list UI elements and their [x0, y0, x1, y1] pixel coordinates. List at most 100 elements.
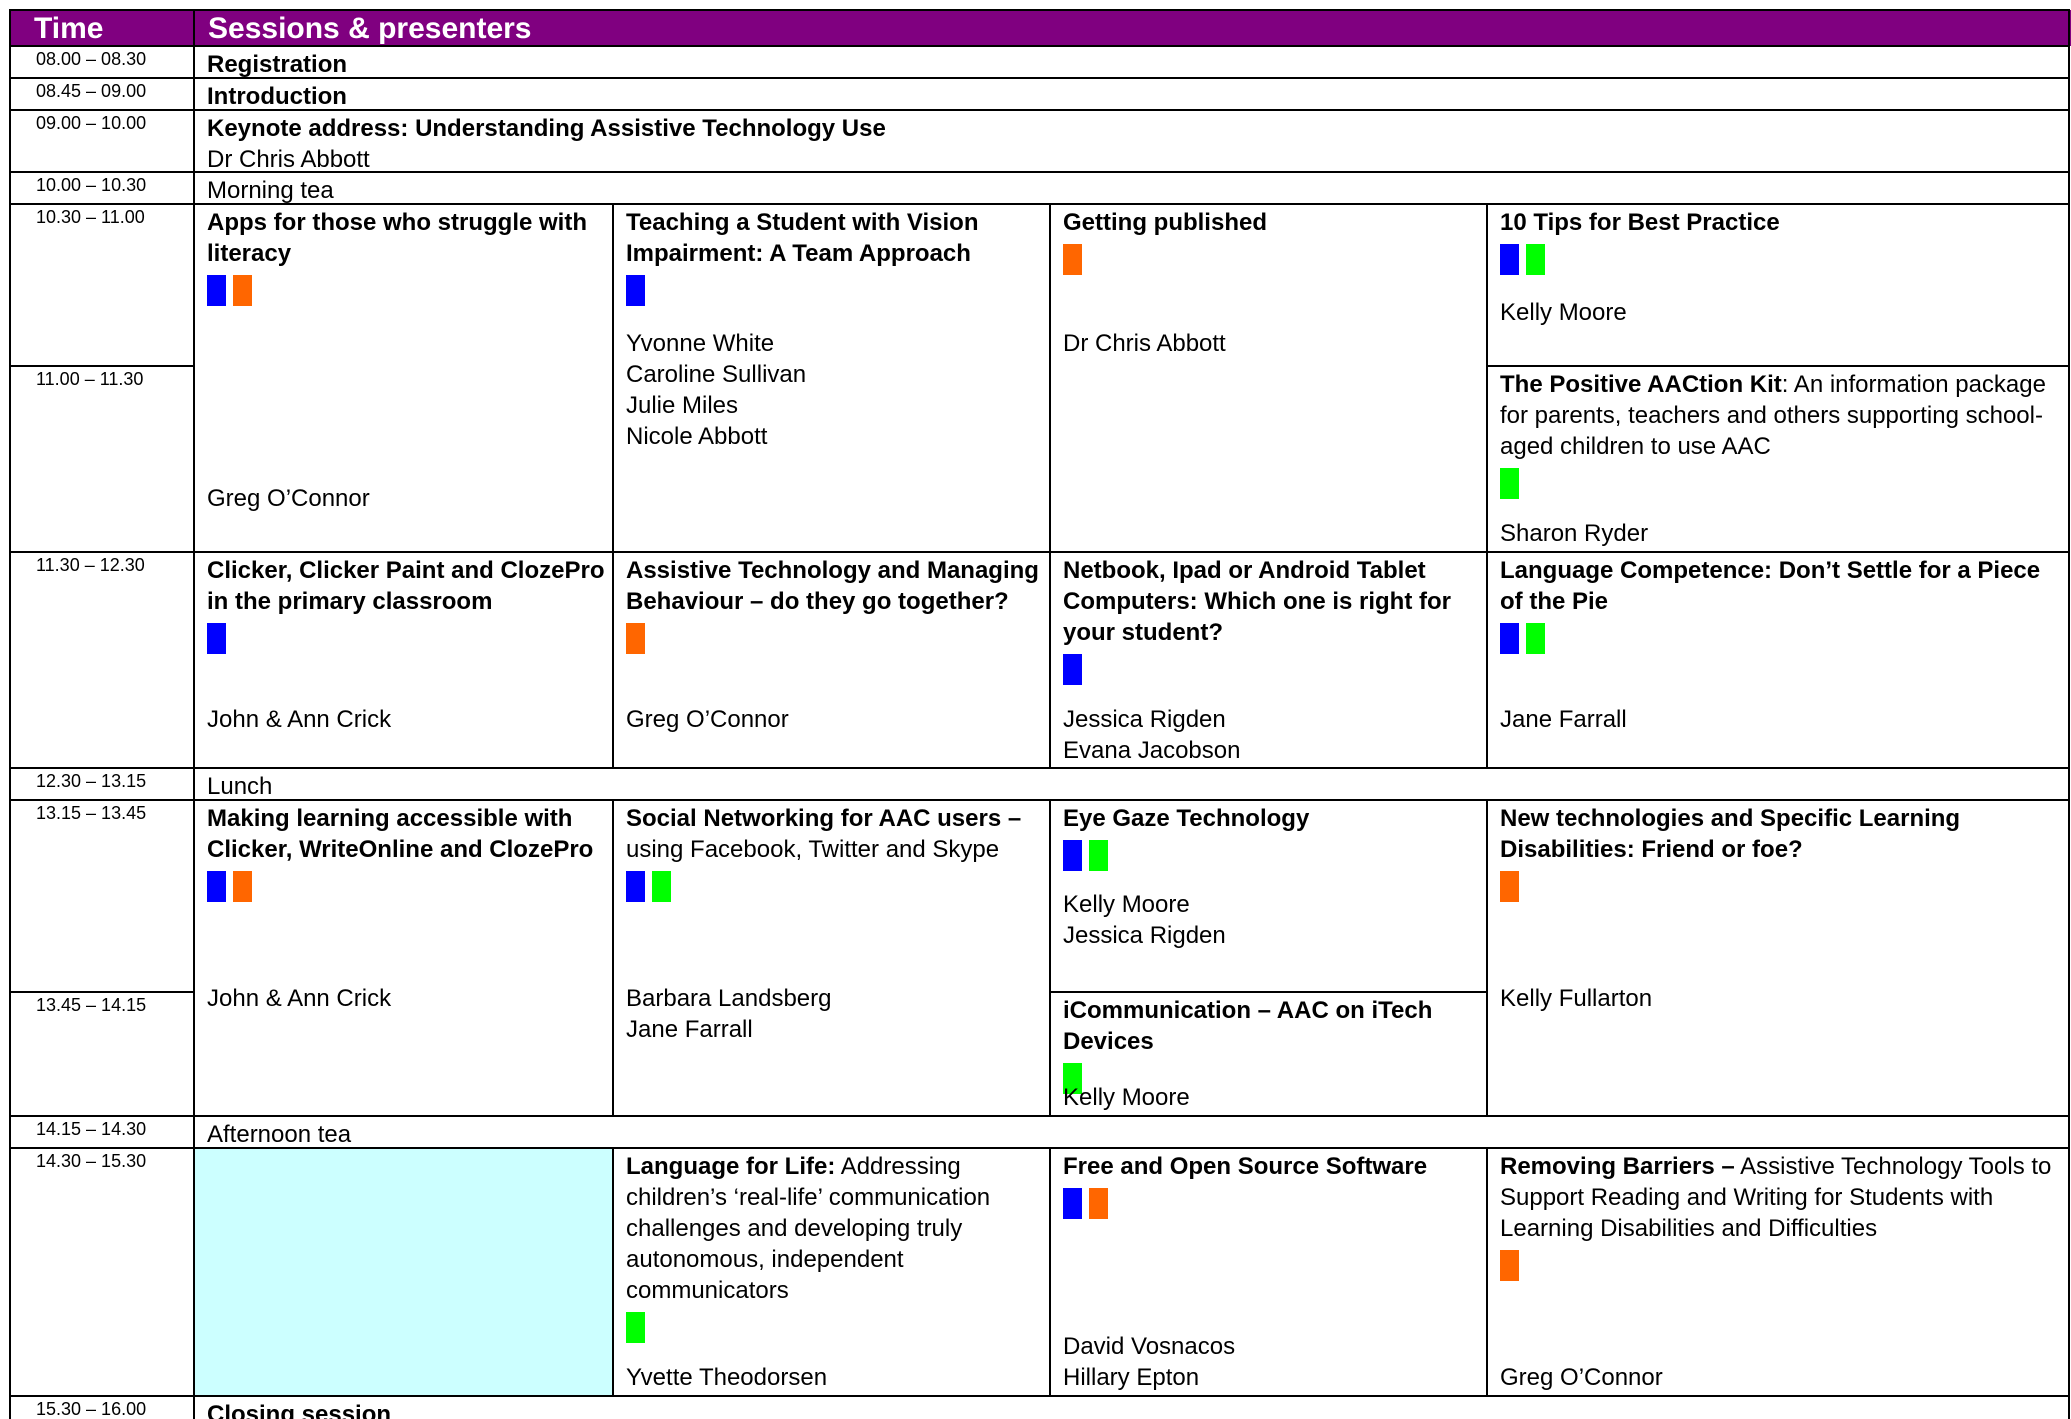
- time-slot: 12.30 – 13.15: [10, 768, 194, 800]
- grid-line: [1486, 204, 1488, 552]
- blue-tag-icon: [1063, 1188, 1082, 1219]
- time-slot: 13.15 – 13.45: [10, 800, 194, 992]
- break-label: Morning tea: [207, 177, 334, 204]
- session-title: Netbook, Ipad or Android Tablet Computer…: [1063, 557, 1451, 646]
- grid-line: [9, 203, 2070, 205]
- orange-tag-icon: [1500, 871, 1519, 902]
- presenter-names: Dr Chris Abbott: [207, 146, 370, 172]
- grid-line: [9, 1147, 2070, 1149]
- topic-tags: [207, 617, 607, 656]
- orange-tag-icon: [626, 623, 645, 654]
- grid-line: [1486, 1148, 1488, 1396]
- session-title: The Positive AACtion Kit: [1500, 371, 1782, 398]
- blue-tag-icon: [626, 871, 645, 902]
- session-title: Language for Life:: [626, 1153, 836, 1180]
- presenter-names: Yvonne White Caroline Sullivan Julie Mil…: [626, 330, 807, 450]
- session-registration: Registration: [194, 46, 2071, 78]
- blue-tag-icon: [1500, 623, 1519, 654]
- grid-line: [9, 171, 2070, 173]
- time-slot: 11.30 – 12.30: [10, 552, 194, 768]
- topic-tags: [626, 1306, 1044, 1345]
- topic-tags: [1500, 1244, 2065, 1283]
- time-slot: 15.30 – 16.00: [10, 1396, 194, 1419]
- blue-tag-icon: [1063, 654, 1082, 685]
- presenter-names: Kelly Fullarton: [1500, 985, 1653, 1012]
- presenter-names: Kelly Moore: [1500, 299, 1627, 326]
- presenter-names: Dr Chris Abbott: [1063, 330, 1226, 357]
- green-tag-icon: [1089, 840, 1108, 871]
- grid-line: [9, 365, 194, 367]
- session-description: Social Networking for AAC users – using …: [626, 803, 1044, 865]
- break-afternoon-tea: Afternoon tea: [194, 1116, 2071, 1148]
- time-slot: 10.30 – 11.00: [10, 204, 194, 366]
- session-title: Registration: [207, 51, 348, 78]
- topic-tags: [1063, 1182, 1481, 1221]
- presenter-names: Greg O’Connor: [626, 706, 789, 733]
- grid-line: [9, 109, 2070, 111]
- session-title: Assistive Technology and Managing Behavi…: [626, 557, 1039, 615]
- orange-tag-icon: [233, 275, 252, 306]
- grid-line: [612, 1148, 614, 1396]
- orange-tag-icon: [1063, 244, 1082, 275]
- presenter-names: David Vosnacos Hillary Epton: [1063, 1333, 1236, 1391]
- session-title: Eye Gaze Technology: [1063, 805, 1310, 832]
- time-slot: 14.30 – 15.30: [10, 1148, 194, 1396]
- topic-tags: [1500, 462, 2065, 501]
- session-apps-literacy: Apps for those who struggle with literac…: [194, 204, 613, 552]
- session-closing: Closing session: [194, 1396, 2071, 1419]
- green-tag-icon: [626, 1312, 645, 1343]
- sessions-column-header: Sessions & presenters: [194, 10, 2071, 46]
- grid-line: [9, 9, 11, 1419]
- session-keynote: Keynote address: Understanding Assistive…: [194, 110, 2071, 172]
- session-title: iCommunication – AAC on iTech Devices: [1063, 997, 1433, 1055]
- orange-tag-icon: [1500, 1250, 1519, 1281]
- green-tag-icon: [1526, 623, 1545, 654]
- time-slot: 13.45 – 14.15: [10, 992, 194, 1116]
- session-title: New technologies and Specific Learning D…: [1500, 805, 1961, 863]
- session-description: Language for Life: Addressing children’s…: [626, 1151, 1044, 1306]
- session-positive-aaction-kit: The Positive AACtion Kit: An information…: [1487, 366, 2071, 552]
- orange-tag-icon: [1089, 1188, 1108, 1219]
- grid-line: [9, 1115, 2070, 1117]
- grid-line: [1486, 552, 1488, 768]
- grid-line: [612, 552, 614, 768]
- presenter-names: Jessica Rigden Evana Jacobson: [1063, 706, 1241, 764]
- session-new-technologies-sld: New technologies and Specific Learning D…: [1487, 800, 2071, 1116]
- time-slot: 08.45 – 09.00: [10, 78, 194, 110]
- presenter-names: Barbara Landsberg Jane Farrall: [626, 985, 832, 1043]
- grid-line: [1050, 991, 1487, 993]
- session-title: Keynote address: Understanding Assistive…: [207, 115, 886, 142]
- grid-line: [9, 77, 2070, 79]
- blue-tag-icon: [626, 275, 645, 306]
- presenter-names: Sharon Ryder: [1500, 520, 1649, 547]
- session-title: Free and Open Source Software: [1063, 1153, 1428, 1180]
- blue-tag-icon: [1500, 244, 1519, 275]
- topic-tags: [1063, 238, 1481, 277]
- session-title: Introduction: [207, 83, 347, 110]
- session-making-learning-accessible: Making learning accessible with Clicker,…: [194, 800, 613, 1116]
- session-vision-impairment: Teaching a Student with Vision Impairmen…: [613, 204, 1050, 552]
- session-title: Teaching a Student with Vision Impairmen…: [626, 209, 979, 267]
- session-title: Apps for those who struggle with literac…: [207, 209, 587, 267]
- session-title: Language Competence: Don’t Settle for a …: [1500, 557, 2041, 615]
- session-clicker-primary: Clicker, Clicker Paint and ClozePro in t…: [194, 552, 613, 768]
- topic-tags: [626, 269, 1044, 308]
- time-slot: 08.00 – 08.30: [10, 46, 194, 78]
- session-language-for-life: Language for Life: Addressing children’s…: [613, 1148, 1050, 1396]
- topic-tags: [1500, 617, 2065, 656]
- break-label: Afternoon tea: [207, 1121, 352, 1148]
- time-slot: 14.15 – 14.30: [10, 1116, 194, 1148]
- blue-tag-icon: [207, 871, 226, 902]
- grid-line: [612, 204, 614, 552]
- session-title: Making learning accessible with Clicker,…: [207, 805, 594, 863]
- session-managing-behaviour: Assistive Technology and Managing Behavi…: [613, 552, 1050, 768]
- presenter-names: Greg O’Connor: [207, 485, 370, 512]
- session-subtitle: using Facebook, Twitter and Skype: [626, 836, 1000, 863]
- grid-line: [193, 9, 195, 1419]
- blue-tag-icon: [207, 275, 226, 306]
- time-slot: 11.00 – 11.30: [10, 366, 194, 552]
- session-title: Getting published: [1063, 209, 1267, 236]
- grid-line: [9, 45, 2070, 47]
- blue-tag-icon: [1063, 840, 1082, 871]
- grid-line: [9, 799, 2070, 801]
